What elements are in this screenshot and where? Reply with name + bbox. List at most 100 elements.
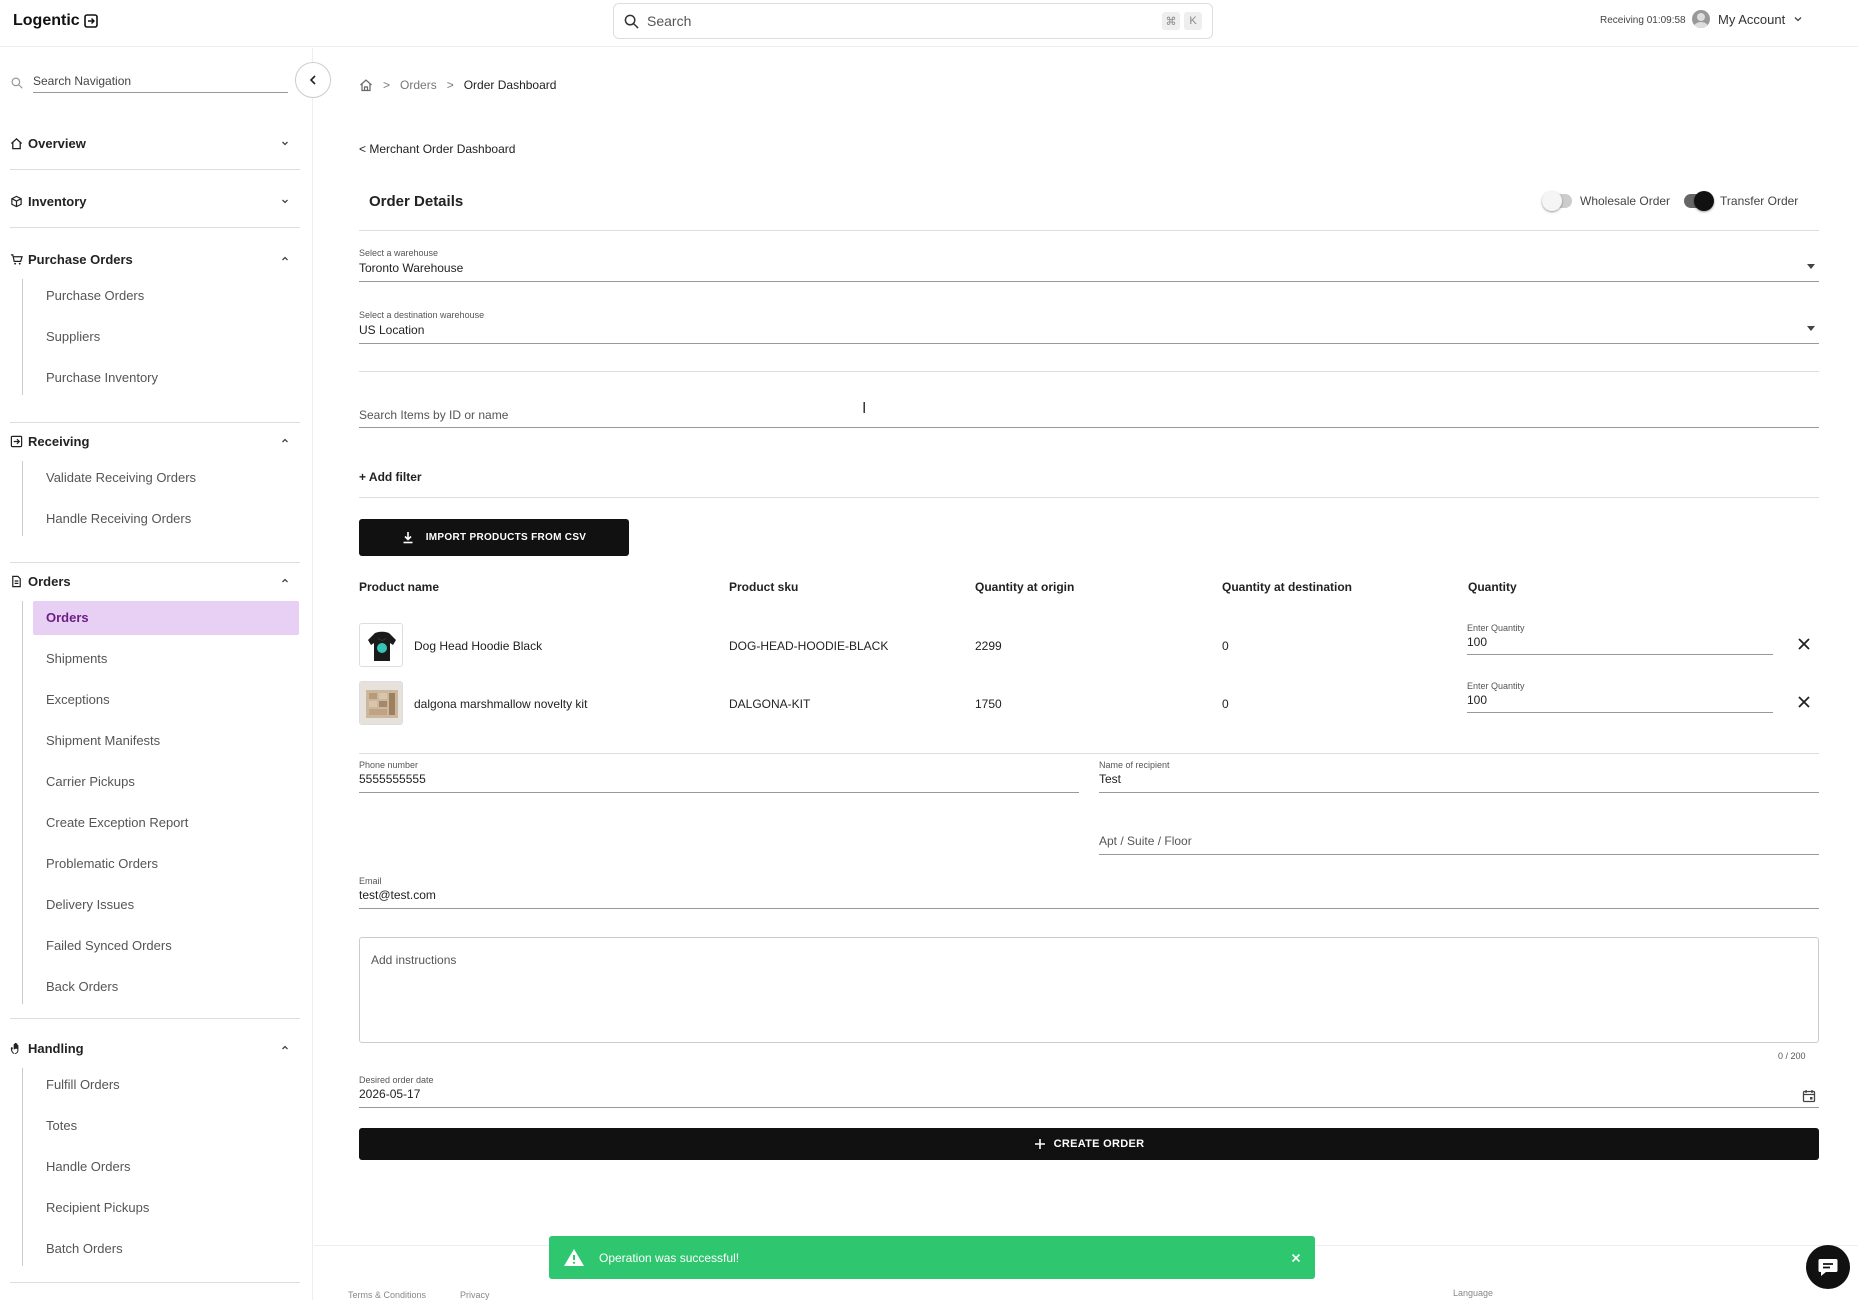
item-search-input[interactable]: Search Items by ID or name: [359, 408, 1819, 428]
box-icon: [10, 195, 26, 208]
receiving-icon: [10, 435, 26, 448]
toast-message: Operation was successful!: [599, 1250, 740, 1265]
nav-search-input[interactable]: Search Navigation: [33, 72, 288, 93]
sidebar-item-handle-orders[interactable]: Handle Orders: [23, 1150, 291, 1184]
sidebar-item-create-exception-report[interactable]: Create Exception Report: [23, 806, 291, 840]
chat-support-button[interactable]: [1806, 1245, 1850, 1289]
quantity-at-destination: 0: [1222, 697, 1229, 711]
divider: [359, 753, 1819, 754]
phone-number-field[interactable]: Phone number 5555555555: [359, 760, 1079, 793]
nav-section-receiving: Receiving Validate Receiving Orders Hand…: [10, 431, 300, 543]
transfer-order-label: Transfer Order: [1720, 194, 1799, 208]
account-menu[interactable]: My Account: [1692, 10, 1803, 28]
sidebar-item-totes[interactable]: Totes: [23, 1109, 291, 1143]
sidebar-item-purchase-orders[interactable]: Purchase Orders: [23, 279, 291, 313]
sidebar: Search Navigation Overview Inventory Pur…: [0, 48, 331, 1300]
create-order-button[interactable]: CREATE ORDER: [359, 1128, 1819, 1160]
sidebar-item-validate-receiving-orders[interactable]: Validate Receiving Orders: [23, 461, 291, 495]
remove-item-close-icon[interactable]: [1797, 637, 1811, 651]
calendar-icon[interactable]: [1802, 1089, 1816, 1103]
nav-section-purchase-orders-header[interactable]: Purchase Orders: [10, 249, 300, 269]
sidebar-item-exceptions[interactable]: Exceptions: [23, 683, 291, 717]
collapse-sidebar-button[interactable]: [295, 62, 331, 98]
receiving-timer[interactable]: Receiving 01:09:58: [1600, 15, 1686, 26]
hand-icon: [10, 1042, 26, 1055]
command-key-hint: ⌘: [1162, 12, 1180, 30]
breadcrumb: > Orders > Order Dashboard: [359, 78, 556, 92]
purchase-orders-subnav: Purchase Orders Suppliers Purchase Inven…: [22, 279, 300, 395]
nav-divider: [10, 1018, 300, 1019]
sidebar-item-purchase-inventory[interactable]: Purchase Inventory: [23, 361, 291, 395]
avatar: [1692, 10, 1710, 28]
divider: [359, 497, 1819, 498]
footer-terms-link[interactable]: Terms & Conditions: [348, 1290, 426, 1300]
sidebar-item-fulfill-orders[interactable]: Fulfill Orders: [23, 1068, 291, 1102]
apt-suite-floor-field[interactable]: Apt / Suite / Floor: [1099, 834, 1819, 855]
logo-icon: [83, 14, 98, 28]
home-icon[interactable]: [359, 78, 373, 92]
chevron-down-icon: [1793, 14, 1803, 24]
main-content: > Orders > Order Dashboard < Merchant Or…: [314, 48, 1858, 1300]
nav-divider: [10, 562, 300, 563]
wholesale-order-toggle[interactable]: [1542, 191, 1572, 211]
sidebar-item-back-orders[interactable]: Back Orders: [23, 970, 291, 1004]
sidebar-item-shipments[interactable]: Shipments: [23, 642, 291, 676]
sidebar-item-batch-orders[interactable]: Batch Orders: [23, 1232, 291, 1266]
sidebar-item-orders[interactable]: Orders: [33, 601, 299, 635]
recipient-name-field[interactable]: Name of recipient Test: [1099, 760, 1819, 793]
warning-icon: [563, 1248, 585, 1267]
table-row: Dog Head Hoodie Black DOG-HEAD-HOODIE-BL…: [359, 623, 1819, 669]
global-search-input[interactable]: Search ⌘ K: [613, 3, 1213, 39]
nav-section-orders-header[interactable]: Orders: [10, 571, 300, 591]
wholesale-order-label: Wholesale Order: [1580, 194, 1671, 208]
breadcrumb-orders[interactable]: Orders: [400, 78, 437, 92]
nav-section-overview: Overview: [10, 133, 300, 153]
divider: [359, 230, 1819, 231]
k-key-hint: K: [1184, 12, 1202, 30]
nav-section-inventory-header[interactable]: Inventory: [10, 191, 300, 211]
logo[interactable]: Logentic: [13, 12, 98, 30]
close-icon[interactable]: [1291, 1253, 1301, 1263]
chat-icon: [1816, 1255, 1840, 1279]
desired-order-date-field[interactable]: Desired order date 2026-05-17: [359, 1075, 1819, 1108]
phone-number-label: Phone number: [359, 760, 419, 770]
nav-section-handling-header[interactable]: Handling: [10, 1038, 300, 1058]
sidebar-item-suppliers[interactable]: Suppliers: [23, 320, 291, 354]
instructions-textarea[interactable]: Add instructions: [359, 937, 1819, 1043]
remove-item-close-icon[interactable]: [1797, 695, 1811, 709]
chevron-down-icon: [280, 196, 290, 206]
quantity-input-value: 100: [1467, 635, 1488, 649]
sidebar-item-shipment-manifests[interactable]: Shipment Manifests: [23, 724, 291, 758]
product-sku: DALGONA-KIT: [729, 697, 811, 711]
instructions-placeholder: Add instructions: [371, 953, 457, 967]
breadcrumb-separator: >: [446, 78, 454, 92]
email-field[interactable]: Email test@test.com: [359, 876, 1819, 909]
sidebar-item-delivery-issues[interactable]: Delivery Issues: [23, 888, 291, 922]
nav-section-handling: Handling Fulfill Orders Totes Handle Ord…: [10, 1038, 300, 1273]
sidebar-item-problematic-orders[interactable]: Problematic Orders: [23, 847, 291, 881]
quantity-input[interactable]: Enter Quantity 100: [1467, 681, 1773, 713]
nav-section-overview-header[interactable]: Overview: [10, 133, 300, 153]
sidebar-item-recipient-pickups[interactable]: Recipient Pickups: [23, 1191, 291, 1225]
add-filter-button[interactable]: + Add filter: [359, 470, 422, 484]
warehouse-select[interactable]: Select a warehouse Toronto Warehouse: [359, 248, 1819, 282]
nav-section-receiving-header[interactable]: Receiving: [10, 431, 300, 451]
nav-divider: [10, 1282, 300, 1283]
footer-language-label: Language: [1453, 1288, 1494, 1298]
destination-warehouse-select[interactable]: Select a destination warehouse US Locati…: [359, 310, 1819, 344]
import-csv-button[interactable]: IMPORT PRODUCTS FROM CSV: [359, 519, 629, 556]
sidebar-item-failed-synced-orders[interactable]: Failed Synced Orders: [23, 929, 291, 963]
email-label: Email: [359, 876, 382, 886]
create-order-label: CREATE ORDER: [1053, 1138, 1145, 1150]
back-to-merchant-dashboard-link[interactable]: < Merchant Order Dashboard: [359, 142, 515, 156]
top-bar: Logentic Search ⌘ K Receiving 01:09:58 M…: [0, 0, 1858, 47]
transfer-order-toggle[interactable]: [1684, 191, 1715, 211]
quantity-input[interactable]: Enter Quantity 100: [1467, 623, 1773, 655]
sidebar-item-carrier-pickups[interactable]: Carrier Pickups: [23, 765, 291, 799]
nav-search[interactable]: Search Navigation: [11, 72, 288, 93]
footer-privacy-link[interactable]: Privacy: [460, 1290, 490, 1300]
sidebar-item-handle-receiving-orders[interactable]: Handle Receiving Orders: [23, 502, 291, 536]
quantity-input-label: Enter Quantity: [1467, 623, 1525, 633]
product-name: dalgona marshmallow novelty kit: [414, 697, 588, 711]
order-type-toggles: Wholesale Order Transfer Order: [1542, 191, 1799, 211]
